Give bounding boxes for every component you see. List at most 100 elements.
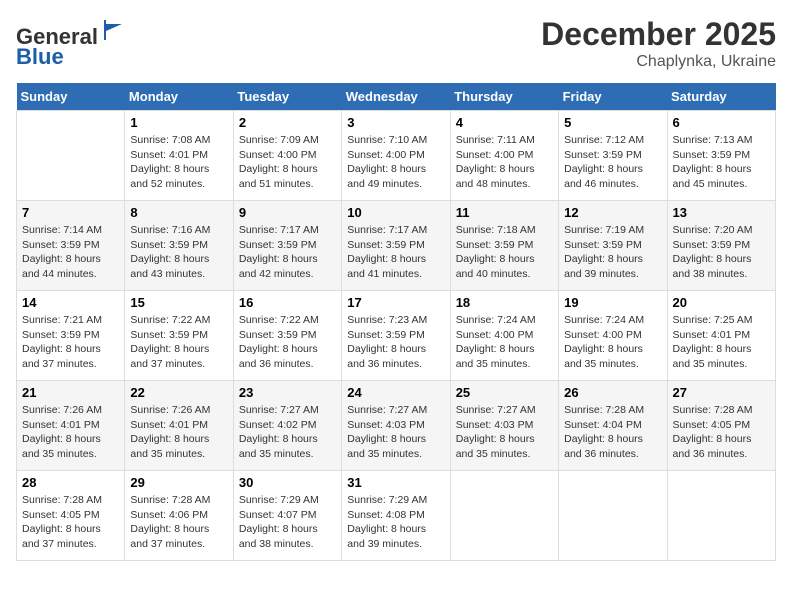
day-number: 16 xyxy=(239,295,336,310)
day-info: Sunrise: 7:24 AMSunset: 4:00 PMDaylight:… xyxy=(564,313,661,372)
day-info: Sunrise: 7:12 AMSunset: 3:59 PMDaylight:… xyxy=(564,133,661,192)
day-number: 18 xyxy=(456,295,553,310)
day-number: 15 xyxy=(130,295,227,310)
day-info: Sunrise: 7:28 AMSunset: 4:05 PMDaylight:… xyxy=(22,493,119,552)
day-number: 17 xyxy=(347,295,444,310)
calendar-cell xyxy=(559,471,667,561)
calendar-cell: 28 Sunrise: 7:28 AMSunset: 4:05 PMDayligh… xyxy=(17,471,125,561)
calendar-cell: 16 Sunrise: 7:22 AMSunset: 3:59 PMDayligh… xyxy=(233,291,341,381)
day-number: 29 xyxy=(130,475,227,490)
day-info: Sunrise: 7:29 AMSunset: 4:07 PMDaylight:… xyxy=(239,493,336,552)
location: Chaplynka, Ukraine xyxy=(541,53,776,71)
day-info: Sunrise: 7:20 AMSunset: 3:59 PMDaylight:… xyxy=(673,223,770,282)
week-row-4: 21 Sunrise: 7:26 AMSunset: 4:01 PMDayligh… xyxy=(17,381,776,471)
logo-flag-icon xyxy=(100,16,128,44)
day-number: 26 xyxy=(564,385,661,400)
day-number: 2 xyxy=(239,115,336,130)
header-day-monday: Monday xyxy=(125,83,233,111)
day-number: 27 xyxy=(673,385,770,400)
day-number: 14 xyxy=(22,295,119,310)
calendar-cell: 13 Sunrise: 7:20 AMSunset: 3:59 PMDayligh… xyxy=(667,201,775,291)
calendar-cell: 19 Sunrise: 7:24 AMSunset: 4:00 PMDayligh… xyxy=(559,291,667,381)
month-title: December 2025 xyxy=(541,16,776,53)
day-info: Sunrise: 7:13 AMSunset: 3:59 PMDaylight:… xyxy=(673,133,770,192)
day-number: 10 xyxy=(347,205,444,220)
day-info: Sunrise: 7:09 AMSunset: 4:00 PMDaylight:… xyxy=(239,133,336,192)
header-day-thursday: Thursday xyxy=(450,83,558,111)
calendar-cell: 26Sunrise: 7:28 AMSunset: 4:04 PMDayligh… xyxy=(559,381,667,471)
day-number: 25 xyxy=(456,385,553,400)
calendar-cell xyxy=(667,471,775,561)
day-info: Sunrise: 7:21 AMSunset: 3:59 PMDaylight:… xyxy=(22,313,119,372)
day-number: 21 xyxy=(22,385,119,400)
day-number: 30 xyxy=(239,475,336,490)
day-number: 12 xyxy=(564,205,661,220)
day-info: Sunrise: 7:28 AMSunset: 4:06 PMDaylight:… xyxy=(130,493,227,552)
calendar-cell: 22 Sunrise: 7:26 AMSunset: 4:01 PMDayligh… xyxy=(125,381,233,471)
day-number: 20 xyxy=(673,295,770,310)
calendar-cell: 17 Sunrise: 7:23 AMSunset: 3:59 PMDayligh… xyxy=(342,291,450,381)
day-info: Sunrise: 7:10 AMSunset: 4:00 PMDaylight:… xyxy=(347,133,444,192)
day-number: 11 xyxy=(456,205,553,220)
calendar-cell: 9 Sunrise: 7:17 AMSunset: 3:59 PMDaylight… xyxy=(233,201,341,291)
day-info: Sunrise: 7:14 AMSunset: 3:59 PMDaylight:… xyxy=(22,223,119,282)
day-number: 6 xyxy=(673,115,770,130)
day-number: 1 xyxy=(130,115,227,130)
day-number: 9 xyxy=(239,205,336,220)
day-number: 19 xyxy=(564,295,661,310)
header-row: SundayMondayTuesdayWednesdayThursdayFrid… xyxy=(17,83,776,111)
title-block: December 2025 Chaplynka, Ukraine xyxy=(541,16,776,71)
calendar-cell: 21 Sunrise: 7:26 AMSunset: 4:01 PMDayligh… xyxy=(17,381,125,471)
day-info: Sunrise: 7:24 AMSunset: 4:00 PMDaylight:… xyxy=(456,313,553,372)
calendar-cell: 4 Sunrise: 7:11 AMSunset: 4:00 PMDaylight… xyxy=(450,111,558,201)
calendar-cell: 25Sunrise: 7:27 AMSunset: 4:03 PMDayligh… xyxy=(450,381,558,471)
day-info: Sunrise: 7:22 AMSunset: 3:59 PMDaylight:… xyxy=(239,313,336,372)
calendar-table: SundayMondayTuesdayWednesdayThursdayFrid… xyxy=(16,83,776,561)
calendar-cell: 1Sunrise: 7:08 AMSunset: 4:01 PMDaylight… xyxy=(125,111,233,201)
calendar-cell: 29 Sunrise: 7:28 AMSunset: 4:06 PMDayligh… xyxy=(125,471,233,561)
calendar-cell: 10 Sunrise: 7:17 AMSunset: 3:59 PMDayligh… xyxy=(342,201,450,291)
calendar-cell: 8Sunrise: 7:16 AMSunset: 3:59 PMDaylight… xyxy=(125,201,233,291)
calendar-cell: 27 Sunrise: 7:28 AMSunset: 4:05 PMDayligh… xyxy=(667,381,775,471)
week-row-5: 28 Sunrise: 7:28 AMSunset: 4:05 PMDayligh… xyxy=(17,471,776,561)
day-number: 28 xyxy=(22,475,119,490)
day-number: 8 xyxy=(130,205,227,220)
day-info: Sunrise: 7:17 AMSunset: 3:59 PMDaylight:… xyxy=(347,223,444,282)
day-info: Sunrise: 7:19 AMSunset: 3:59 PMDaylight:… xyxy=(564,223,661,282)
week-row-1: 1Sunrise: 7:08 AMSunset: 4:01 PMDaylight… xyxy=(17,111,776,201)
calendar-cell: 6 Sunrise: 7:13 AMSunset: 3:59 PMDaylight… xyxy=(667,111,775,201)
header-day-saturday: Saturday xyxy=(667,83,775,111)
day-info: Sunrise: 7:26 AMSunset: 4:01 PMDaylight:… xyxy=(130,403,227,462)
calendar-cell: 7 Sunrise: 7:14 AMSunset: 3:59 PMDaylight… xyxy=(17,201,125,291)
day-number: 7 xyxy=(22,205,119,220)
day-info: Sunrise: 7:26 AMSunset: 4:01 PMDaylight:… xyxy=(22,403,119,462)
day-number: 4 xyxy=(456,115,553,130)
day-info: Sunrise: 7:22 AMSunset: 3:59 PMDaylight:… xyxy=(130,313,227,372)
day-info: Sunrise: 7:11 AMSunset: 4:00 PMDaylight:… xyxy=(456,133,553,192)
day-info: Sunrise: 7:23 AMSunset: 3:59 PMDaylight:… xyxy=(347,313,444,372)
header-day-wednesday: Wednesday xyxy=(342,83,450,111)
calendar-cell: 18 Sunrise: 7:24 AMSunset: 4:00 PMDayligh… xyxy=(450,291,558,381)
calendar-cell: 20 Sunrise: 7:25 AMSunset: 4:01 PMDayligh… xyxy=(667,291,775,381)
page-header: General Blue December 2025 Chaplynka, Uk… xyxy=(16,16,776,71)
calendar-cell: 14 Sunrise: 7:21 AMSunset: 3:59 PMDayligh… xyxy=(17,291,125,381)
day-number: 22 xyxy=(130,385,227,400)
day-number: 3 xyxy=(347,115,444,130)
calendar-cell: 23 Sunrise: 7:27 AMSunset: 4:02 PMDayligh… xyxy=(233,381,341,471)
day-info: Sunrise: 7:29 AMSunset: 4:08 PMDaylight:… xyxy=(347,493,444,552)
day-info: Sunrise: 7:17 AMSunset: 3:59 PMDaylight:… xyxy=(239,223,336,282)
calendar-cell: 24 Sunrise: 7:27 AMSunset: 4:03 PMDayligh… xyxy=(342,381,450,471)
day-info: Sunrise: 7:27 AMSunset: 4:03 PMDaylight:… xyxy=(347,403,444,462)
calendar-cell: 12 Sunrise: 7:19 AMSunset: 3:59 PMDayligh… xyxy=(559,201,667,291)
day-info: Sunrise: 7:25 AMSunset: 4:01 PMDaylight:… xyxy=(673,313,770,372)
day-info: Sunrise: 7:28 AMSunset: 4:05 PMDaylight:… xyxy=(673,403,770,462)
day-info: Sunrise: 7:18 AMSunset: 3:59 PMDaylight:… xyxy=(456,223,553,282)
day-info: Sunrise: 7:27 AMSunset: 4:02 PMDaylight:… xyxy=(239,403,336,462)
day-number: 24 xyxy=(347,385,444,400)
day-number: 13 xyxy=(673,205,770,220)
calendar-cell xyxy=(17,111,125,201)
header-day-sunday: Sunday xyxy=(17,83,125,111)
header-day-tuesday: Tuesday xyxy=(233,83,341,111)
calendar-cell: 30 Sunrise: 7:29 AMSunset: 4:07 PMDayligh… xyxy=(233,471,341,561)
day-number: 23 xyxy=(239,385,336,400)
